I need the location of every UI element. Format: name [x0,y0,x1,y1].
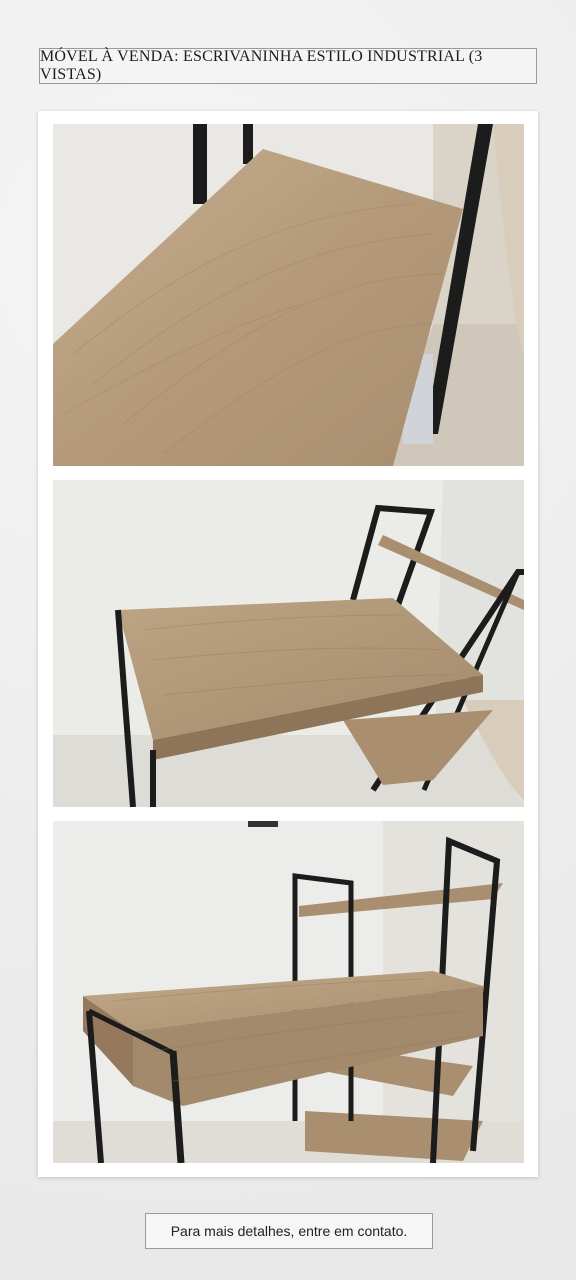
desk-photo-side-view [53,821,524,1163]
page-title: MÓVEL À VENDA: ESCRIVANINHA ESTILO INDUS… [39,48,537,84]
desk-photo-angled-view [53,480,524,807]
photo-card [38,111,538,1177]
contact-note: Para mais detalhes, entre em contato. [145,1213,433,1249]
desk-photo-top-view [53,124,524,466]
